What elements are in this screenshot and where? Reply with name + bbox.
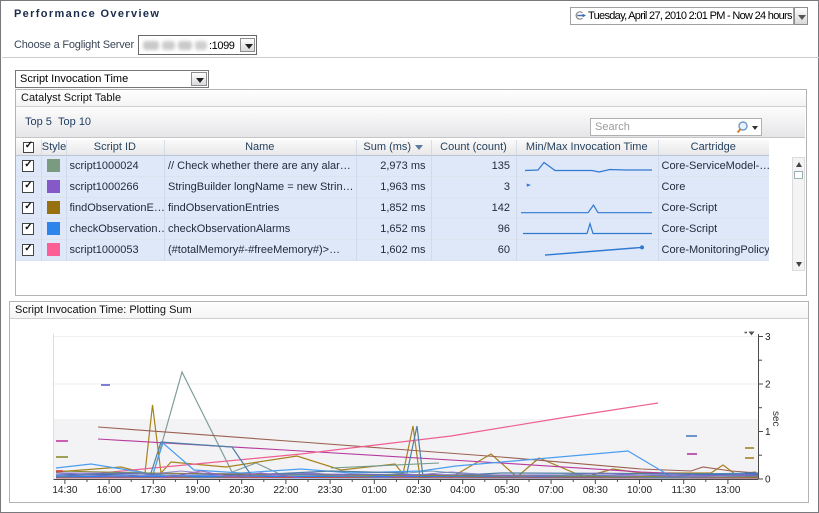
svg-text:05:30: 05:30 [494, 485, 519, 496]
svg-text:10:00: 10:00 [627, 485, 652, 496]
svg-text:08:30: 08:30 [583, 485, 608, 496]
svg-text:14:30: 14:30 [52, 485, 77, 496]
svg-text:02:30: 02:30 [406, 485, 431, 496]
svg-text:07:00: 07:00 [539, 485, 564, 496]
svg-text:11:30: 11:30 [672, 485, 697, 496]
svg-text:01:00: 01:00 [362, 485, 387, 496]
svg-text:19:00: 19:00 [185, 485, 210, 496]
svg-text:22:00: 22:00 [273, 485, 298, 496]
svg-text:13:00: 13:00 [715, 485, 740, 496]
svg-text:23:30: 23:30 [318, 485, 343, 496]
svg-text:0: 0 [765, 475, 771, 486]
svg-text:3: 3 [765, 332, 771, 343]
svg-text:16:00: 16:00 [97, 485, 122, 496]
svg-text:04:00: 04:00 [450, 485, 475, 496]
svg-text:1: 1 [765, 427, 771, 438]
svg-text:2: 2 [765, 380, 771, 391]
svg-text:sec: sec [770, 411, 781, 427]
svg-text:20:30: 20:30 [229, 485, 254, 496]
svg-text:17:30: 17:30 [141, 485, 166, 496]
